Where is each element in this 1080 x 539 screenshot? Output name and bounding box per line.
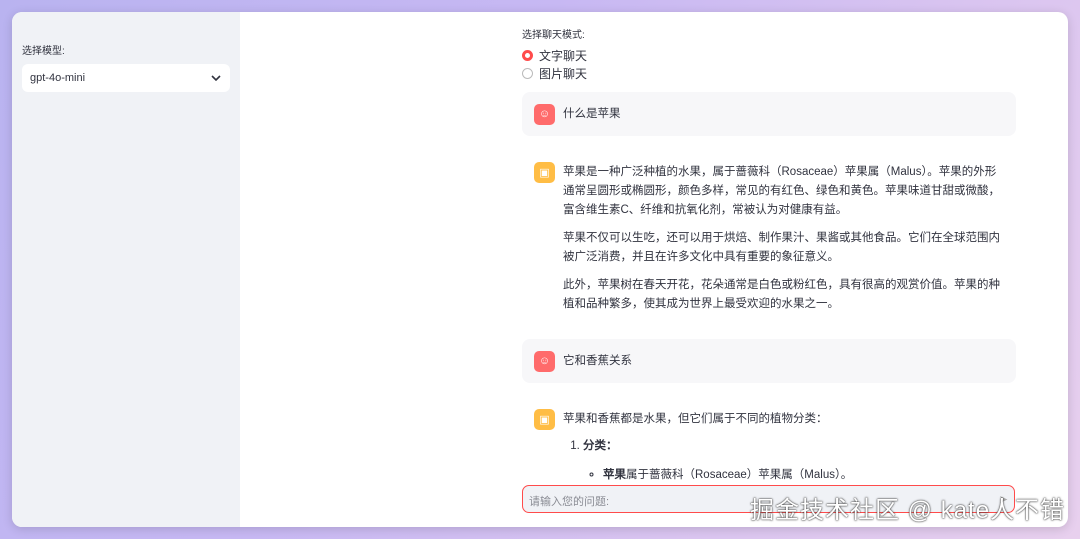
radio-label: 文字聊天 [539, 48, 588, 63]
radio-text-chat[interactable]: 文字聊天 [522, 46, 1016, 64]
user-avatar-icon: ☺ [534, 103, 555, 125]
bot-avatar-icon: ▣ [534, 162, 555, 183]
app-window: 选择模型: gpt-4o-mini 选择聊天模式: 文字聊天 图片聊天 ☺ 什么是… [12, 12, 1068, 527]
list-item: 分类： [583, 440, 618, 452]
message-paragraph: 苹果和香蕉都是水果，但它们属于不同的植物分类： [563, 413, 828, 425]
message-text: 它和香蕉关系 [563, 354, 632, 367]
bot-avatar-icon: ▣ [534, 409, 555, 430]
chevron-down-icon [211, 72, 221, 84]
message-paragraph: 苹果不仅可以生吃，还可以用于烘焙、制作果汁、果酱或其他食品。它们在全球范围内被广… [563, 232, 1000, 263]
radio-unselected-icon [522, 67, 533, 79]
model-select[interactable]: gpt-4o-mini [22, 64, 230, 92]
chat-history: ☺ 什么是苹果 ▣ 苹果是一种广泛种植的水果，属于蔷薇科（Rosaceae）苹果属… [522, 82, 1016, 527]
input-placeholder: 请输入您的问题: [529, 496, 610, 508]
user-message: ☺ 它和香蕉关系 [522, 339, 1016, 383]
user-message: ☺ 什么是苹果 [522, 92, 1016, 136]
radio-label: 图片聊天 [539, 66, 588, 81]
sub-list-item: 苹果属于蔷薇科（Rosaceae）苹果属（Malus）。 [603, 466, 1004, 485]
message-paragraph: 苹果是一种广泛种植的水果，属于蔷薇科（Rosaceae）苹果属（Malus）。苹… [563, 166, 1000, 216]
sidebar: 选择模型: gpt-4o-mini [12, 12, 240, 527]
main-content: 选择聊天模式: 文字聊天 图片聊天 ☺ 什么是苹果 ▣ 苹果是一种广泛种植的水果，… [522, 12, 1016, 527]
model-label: 选择模型: [22, 46, 65, 57]
assistant-message: ▣ 苹果和香蕉都是水果，但它们属于不同的植物分类： 分类： 苹果属于蔷薇科（Ro… [522, 399, 1016, 495]
watermark: 掘金技术社区 @ kate人不错 [750, 497, 1066, 524]
radio-image-chat[interactable]: 图片聊天 [522, 64, 1016, 82]
model-value: gpt-4o-mini [30, 72, 86, 84]
user-avatar-icon: ☺ [534, 350, 555, 372]
mode-label: 选择聊天模式: [522, 30, 585, 41]
message-text: 什么是苹果 [563, 107, 621, 120]
assistant-message: ▣ 苹果是一种广泛种植的水果，属于蔷薇科（Rosaceae）苹果属（Malus）… [522, 152, 1016, 333]
radio-selected-icon [522, 49, 533, 61]
message-paragraph: 此外，苹果树在春天开花，花朵通常是白色或粉红色，具有很高的观赏价值。苹果的种植和… [563, 279, 1000, 310]
